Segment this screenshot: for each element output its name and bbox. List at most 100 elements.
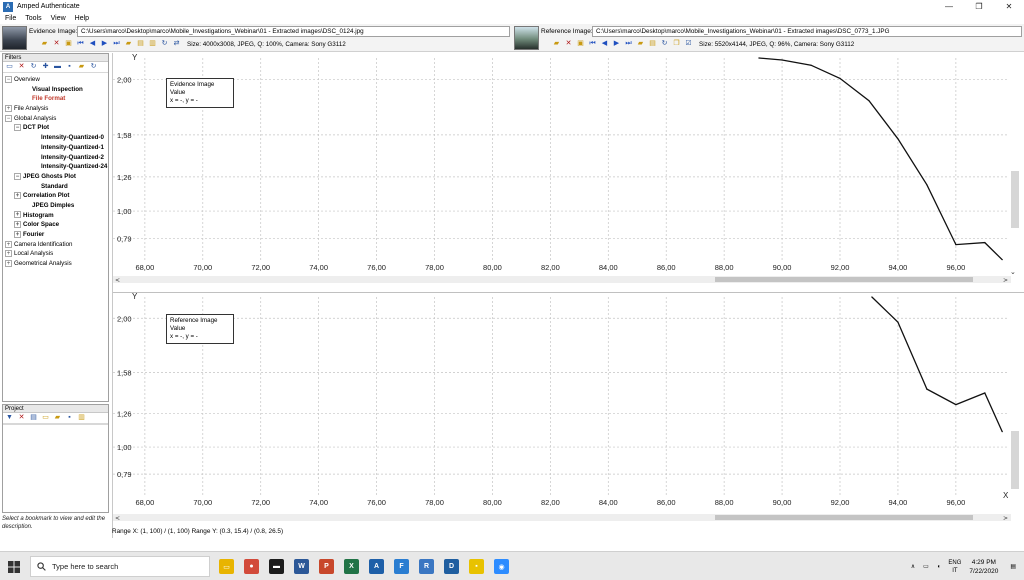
amped-authenticate-taskbar-button[interactable]: A	[364, 552, 389, 580]
filter-tree-item[interactable]: + File Analysis	[3, 104, 108, 114]
delete-icon[interactable]: ✕	[17, 414, 26, 422]
delete-icon[interactable]: ✕	[17, 63, 26, 71]
folder-icon[interactable]: ▰	[636, 40, 645, 48]
export-report-icon[interactable]: ▥	[77, 414, 86, 422]
filter-tree-item[interactable]: JPEG Dimples	[3, 201, 108, 211]
notifications-icon[interactable]: ▤	[1010, 563, 1016, 571]
network-icon[interactable]: ▭	[923, 563, 929, 571]
reference-thumbnail[interactable]	[514, 26, 539, 50]
volume-icon[interactable]: ◖	[937, 563, 941, 571]
new-project-icon[interactable]: ▭	[41, 414, 50, 422]
powerpoint-taskbar-button[interactable]: P	[314, 552, 339, 580]
filter-tree-item[interactable]: + Fourier	[3, 230, 108, 240]
expand-icon[interactable]: +	[5, 104, 12, 112]
taskbar-search[interactable]: Type here to search	[30, 556, 210, 577]
filter-tree-item[interactable]: Intensity-Quantized-0	[3, 133, 108, 143]
amped-replay-taskbar-button[interactable]: R	[414, 552, 439, 580]
filter-tree-item[interactable]: − DCT Plot	[3, 123, 108, 133]
amped-dve-taskbar-button[interactable]: D	[439, 552, 464, 580]
last-icon[interactable]: ⏭	[624, 40, 633, 48]
first-icon[interactable]: ⏮	[76, 40, 85, 48]
terminal-taskbar-button[interactable]: ▬	[264, 552, 289, 580]
minimize-button[interactable]: —	[934, 0, 964, 13]
reference-plot[interactable]: 68,00 70,00 72,00 74,00 76,00 78,00 80,00 82,00…	[113, 292, 1024, 529]
filter-tree-item[interactable]: + Local Analysis	[3, 249, 108, 259]
windows-start-icon[interactable]	[8, 561, 20, 573]
expand-icon[interactable]: +	[14, 221, 21, 229]
reference-path-field[interactable]: C:\Users\marco\Desktop\marco\Mobile_Inve…	[592, 26, 1022, 37]
reload-icon[interactable]: ↻	[29, 63, 38, 71]
expand-icon[interactable]: +	[5, 250, 12, 258]
evidence-thumbnail[interactable]	[2, 26, 27, 50]
language-indicator[interactable]: ENG IT	[948, 559, 961, 575]
file-explorer-taskbar-button[interactable]: ▭	[214, 552, 239, 580]
filter-tree-item[interactable]: + Histogram	[3, 211, 108, 221]
refresh-icon[interactable]: ↻	[660, 40, 669, 48]
evidence-chart[interactable]: 68,00 70,00 72,00 74,00 76,00 78,00 80,00 82,00…	[113, 53, 1024, 290]
filter-tree-item[interactable]: − Global Analysis	[3, 114, 108, 124]
close-button[interactable]: ✕	[994, 0, 1024, 13]
remove-icon[interactable]: ✕	[52, 40, 61, 48]
reference-chart[interactable]: 68,00 70,00 72,00 74,00 76,00 78,00 80,00 82,00…	[113, 293, 1024, 530]
filter-tree-item[interactable]: + Geometrical Analysis	[3, 259, 108, 269]
expand-icon[interactable]: +	[14, 230, 21, 238]
menu-view[interactable]: View	[51, 15, 66, 22]
remove-filter-icon[interactable]: ▬	[53, 63, 62, 71]
open-project-icon[interactable]: ▰	[53, 414, 62, 422]
export-icon[interactable]: ▤	[648, 40, 657, 48]
refresh-icon[interactable]: ↻	[89, 63, 98, 71]
sticky-notes-taskbar-button[interactable]: ▪	[464, 552, 489, 580]
amped-five-taskbar-button[interactable]: F	[389, 552, 414, 580]
filter-tree-item[interactable]: + Camera Identification	[3, 240, 108, 250]
filter-icon[interactable]: ▼	[5, 414, 14, 422]
folder-icon[interactable]: ▰	[124, 40, 133, 48]
open-folder-icon[interactable]: ▰	[552, 40, 561, 48]
menu-tools[interactable]: Tools	[25, 15, 41, 22]
filter-tree-item[interactable]: Visual Inspection	[3, 85, 108, 95]
camera-icon[interactable]: ▣	[64, 40, 73, 48]
evidence-path-field[interactable]: C:\Users\marco\Desktop\marco\Mobile_Inve…	[77, 26, 510, 37]
remove-icon[interactable]: ✕	[564, 40, 573, 48]
expand-icon[interactable]: +	[5, 259, 12, 267]
filter-tree-item[interactable]: + Color Space	[3, 220, 108, 230]
add-icon[interactable]: ✚	[41, 63, 50, 71]
collapse-icon[interactable]: −	[5, 114, 12, 122]
swap-icon[interactable]: ⇄	[172, 40, 181, 48]
filter-tree-item[interactable]: + Correlation Plot	[3, 191, 108, 201]
filter-tree-item[interactable]: − JPEG Ghosts Plot	[3, 172, 108, 182]
bookmark-list[interactable]	[3, 424, 108, 509]
chevron-up-icon[interactable]: ∧	[911, 563, 915, 571]
next-icon[interactable]: ▶	[612, 40, 621, 48]
clock[interactable]: 4:29 PM 7/22/2020	[969, 558, 998, 576]
filter-tree-item[interactable]: Intensity-Quantized-24	[3, 162, 108, 172]
menu-file[interactable]: File	[5, 15, 16, 22]
last-icon[interactable]: ⏭	[112, 40, 121, 48]
save-icon[interactable]: ▪	[65, 63, 74, 71]
camera-icon[interactable]: ▣	[576, 40, 585, 48]
chrome-taskbar-button[interactable]: ●	[239, 552, 264, 580]
filter-tree-item[interactable]: − Overview	[3, 75, 108, 85]
filter-tree-item[interactable]: Intensity-Quantized-2	[3, 153, 108, 163]
first-icon[interactable]: ⏮	[588, 40, 597, 48]
copy-icon[interactable]: ❐	[672, 40, 681, 48]
filter-tree-item[interactable]: File Format	[3, 94, 108, 104]
expand-icon[interactable]: +	[5, 240, 12, 248]
previous-icon[interactable]: ◀	[88, 40, 97, 48]
refresh-icon[interactable]: ↻	[160, 40, 169, 48]
save-icon[interactable]: ▥	[148, 40, 157, 48]
zoom-taskbar-button[interactable]: ◉	[489, 552, 514, 580]
maximize-button[interactable]: ❐	[964, 0, 994, 13]
evidence-plot[interactable]: 68,00 70,00 72,00 74,00 76,00 78,00 80,00 82,00…	[113, 53, 1024, 290]
word-taskbar-button[interactable]: W	[289, 552, 314, 580]
export-icon[interactable]: ▤	[136, 40, 145, 48]
collapse-icon[interactable]: −	[14, 172, 21, 180]
open-icon[interactable]: ▰	[77, 63, 86, 71]
filter-tree-item[interactable]: Standard	[3, 182, 108, 192]
filter-tree-item[interactable]: Intensity-Quantized-1	[3, 143, 108, 153]
excel-taskbar-button[interactable]: X	[339, 552, 364, 580]
report-icon[interactable]: ▤	[29, 414, 38, 422]
new-icon[interactable]: ▭	[5, 63, 14, 71]
expand-icon[interactable]: +	[14, 192, 21, 200]
collapse-icon[interactable]: −	[5, 75, 12, 83]
previous-icon[interactable]: ◀	[600, 40, 609, 48]
